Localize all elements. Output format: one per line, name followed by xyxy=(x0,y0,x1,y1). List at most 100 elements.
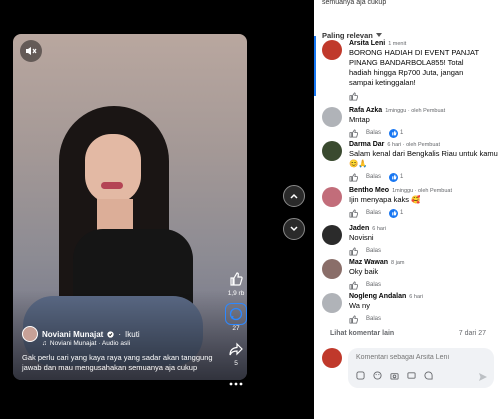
commenter-name[interactable]: Nogleng Andalan xyxy=(349,293,406,300)
comment-item: Rafa Azka 1minggu · oleh Pembuat Mntap Bala… xyxy=(322,107,498,139)
comment-actions: Balas xyxy=(349,245,498,257)
commenter-name[interactable]: Maz Wawan xyxy=(349,259,388,266)
commenter-name[interactable]: Bentho Meo xyxy=(349,187,389,194)
comment-like-icon[interactable] xyxy=(349,172,358,182)
comment-like-icon[interactable] xyxy=(349,314,358,324)
comment-meta: 6 hari xyxy=(372,226,386,232)
comment-body: Darma Dar 6 hari · oleh Pembuat Salam kena… xyxy=(349,141,498,183)
comment-like-icon[interactable] xyxy=(349,128,358,138)
comments-count-label: 7 dari 27 xyxy=(458,330,486,337)
next-reel-button[interactable] xyxy=(283,218,305,240)
reply-button[interactable]: Balas xyxy=(366,282,381,288)
comment-meta: 8 jam xyxy=(391,260,405,266)
reaction-count: 1 xyxy=(400,174,404,180)
commenter-avatar[interactable] xyxy=(322,40,342,60)
comment-body: Rafa Azka 1minggu · oleh Pembuat Mntap Bala… xyxy=(349,107,498,139)
comment-like-icon[interactable] xyxy=(349,91,358,101)
reaction-count: 1 xyxy=(400,210,404,216)
comment-like-icon[interactable] xyxy=(349,280,358,290)
comment-actions: Balas xyxy=(349,313,498,325)
comment-meta: 1minggu · oleh Pembuat xyxy=(385,108,446,114)
commenter-name[interactable]: Darma Dar xyxy=(349,141,384,148)
reply-button[interactable]: Balas xyxy=(366,248,381,254)
comment-item: Jaden 6 hari Novisni Balas xyxy=(322,225,498,257)
follow-button[interactable]: Ikuti xyxy=(125,330,140,339)
comment-actions: Balas 1 xyxy=(349,127,498,139)
reel-stage: Noviani Munajat · Ikuti ♫ Noviani Munaja… xyxy=(0,0,314,419)
more-icon xyxy=(229,382,243,386)
comment-meta: 1 menit xyxy=(388,41,407,47)
comment-header: Bentho Meo 1minggu · oleh Pembuat xyxy=(349,187,498,194)
speaker-muted-icon xyxy=(26,47,37,55)
share-count: 5 xyxy=(234,360,238,367)
reel-actions: 1,9 rb 27 5 xyxy=(222,268,250,401)
thumbs-up-reaction-icon[interactable] xyxy=(389,208,399,218)
comment-composer xyxy=(322,348,494,388)
reply-button[interactable]: Balas xyxy=(366,174,381,180)
comment-actions: Balas 1 xyxy=(349,171,498,183)
reaction-count: 1 xyxy=(400,130,404,136)
reel-viewer: Noviani Munajat · Ikuti ♫ Noviani Munaja… xyxy=(0,0,500,419)
more-comments-link[interactable]: Lihat komentar lain xyxy=(330,330,394,337)
comment-text: Oky baik xyxy=(349,267,379,276)
comment-meta: 1minggu · oleh Pembuat xyxy=(392,188,452,194)
follow-separator: · xyxy=(118,329,122,339)
comment-like-icon[interactable] xyxy=(349,208,358,218)
mute-button[interactable] xyxy=(20,40,42,62)
comment-item: Nogleng Andalan 6 hari Wa ny Balas xyxy=(322,293,498,325)
comment-actions: Balas xyxy=(349,279,498,291)
composer-tools xyxy=(356,371,433,380)
comment-body: Maz Wawan 8 jam Oky baik Balas xyxy=(349,259,498,291)
caret-down-icon xyxy=(375,33,382,37)
chevron-down-icon xyxy=(290,226,298,232)
composer-box xyxy=(348,348,494,388)
commenter-name[interactable]: Rafa Azka xyxy=(349,107,382,114)
commenter-name[interactable]: Jaden xyxy=(349,225,369,232)
previous-reel-button[interactable] xyxy=(283,185,305,207)
emoji-icon[interactable] xyxy=(373,371,382,380)
comment-text: Wa ny xyxy=(349,301,370,310)
commenter-avatar[interactable] xyxy=(322,107,342,127)
commenter-name[interactable]: Arsita Leni xyxy=(349,40,385,47)
verified-icon xyxy=(107,330,114,338)
gif-icon[interactable] xyxy=(407,371,416,380)
comment-body: Jaden 6 hari Novisni Balas xyxy=(349,225,498,257)
share-action[interactable]: 5 xyxy=(222,338,250,367)
reply-button[interactable]: Balas xyxy=(366,316,381,322)
comment-header: Nogleng Andalan 6 hari xyxy=(349,293,498,300)
send-icon[interactable] xyxy=(478,372,488,382)
comment-item: Maz Wawan 8 jam Oky baik Balas xyxy=(322,259,498,291)
music-note-icon: ♫ xyxy=(42,340,47,347)
like-action[interactable]: 1,9 rb xyxy=(222,268,250,297)
commenter-avatar[interactable] xyxy=(322,225,342,245)
sticker-face-icon[interactable] xyxy=(424,371,433,380)
more-action[interactable] xyxy=(222,373,250,395)
author-name[interactable]: Noviani Munajat xyxy=(42,330,103,339)
reply-button[interactable]: Balas xyxy=(366,130,381,136)
commenter-avatar[interactable] xyxy=(322,141,342,161)
comment-header: Rafa Azka 1minggu · oleh Pembuat xyxy=(349,107,498,114)
camera-icon[interactable] xyxy=(390,371,399,380)
sticker-icon[interactable] xyxy=(356,371,365,380)
comment-body: Arsita Leni 1 menit BORONG HADIAH DI EVENT… xyxy=(349,40,498,102)
commenter-avatar[interactable] xyxy=(322,187,342,207)
share-icon xyxy=(229,342,243,356)
chevron-up-icon xyxy=(290,193,298,199)
comment-action[interactable]: 27 xyxy=(222,303,250,332)
reel-caption: Gak perlu cari yang kaya raya yang sadar… xyxy=(22,353,213,372)
video-subject-lips xyxy=(101,182,123,189)
comment-input[interactable] xyxy=(356,354,486,361)
video-subject-face xyxy=(85,134,141,204)
thumbs-up-reaction-icon[interactable] xyxy=(389,172,399,182)
comment-text: Ijin menyapa kaks 🥰 xyxy=(349,195,421,204)
sort-label: Paling relevan xyxy=(322,30,373,40)
comment-like-icon[interactable] xyxy=(349,246,358,256)
composer-avatar xyxy=(322,348,342,368)
audio-label[interactable]: Noviani Munajat · Audio asli xyxy=(50,340,130,347)
author-avatar[interactable] xyxy=(22,326,38,342)
commenter-avatar[interactable] xyxy=(322,259,342,279)
commenter-avatar[interactable] xyxy=(322,293,342,313)
comment-text: Salam kenal dari Bengkalis Riau untuk ka… xyxy=(349,149,498,168)
thumbs-up-reaction-icon[interactable] xyxy=(389,128,399,138)
reply-button[interactable]: Balas xyxy=(366,210,381,216)
